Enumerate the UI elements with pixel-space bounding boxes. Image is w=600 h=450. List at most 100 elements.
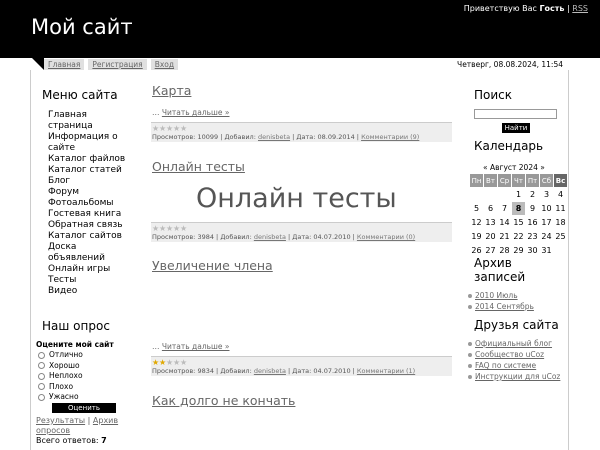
friend-link[interactable]: Официальный блог [468, 338, 560, 349]
entry-title[interactable]: Карта [152, 83, 191, 98]
calendar-day[interactable]: 10 [540, 202, 553, 215]
radio-button[interactable] [38, 372, 45, 380]
radio-button[interactable] [38, 383, 45, 391]
star-icon[interactable]: ★ [173, 225, 180, 233]
calendar-day[interactable]: 9 [526, 202, 539, 215]
site-title[interactable]: Мой сайт [31, 15, 133, 39]
poll-option[interactable]: Неплохо [38, 371, 83, 382]
calendar-day[interactable]: 12 [470, 216, 483, 229]
bullet-icon [468, 352, 472, 357]
poll-results-link[interactable]: Результаты [36, 416, 85, 425]
calendar-day[interactable]: 3 [540, 188, 553, 201]
calendar-day[interactable]: 2 [526, 188, 539, 201]
archive-item[interactable]: 2014 Сентябрь [468, 301, 534, 312]
entry-title[interactable]: Как долго не кончать [152, 393, 295, 408]
poll-option[interactable]: Ужасно [38, 392, 83, 403]
menu-item-tests[interactable]: Тесты [34, 275, 134, 286]
calendar-day[interactable]: 22 [512, 230, 525, 243]
star-icon[interactable]: ★ [173, 125, 180, 133]
calendar-day[interactable]: 8 [512, 202, 525, 215]
calendar-week: 5 6 7 8 9 10 11 [470, 202, 567, 215]
author-link[interactable]: denisbeta [254, 367, 286, 375]
calendar-day[interactable]: 25 [554, 230, 567, 243]
radio-button[interactable] [38, 362, 45, 370]
menu-item-feedback[interactable]: Обратная связь [34, 220, 134, 231]
calendar-day[interactable]: 20 [484, 230, 497, 243]
star-icon[interactable]: ★ [159, 125, 166, 133]
menu-item-sites[interactable]: Каталог сайтов [34, 231, 134, 242]
calendar-day[interactable]: 4 [554, 188, 567, 201]
menu-item-guestbook[interactable]: Гостевая книга [34, 209, 134, 220]
menu-item-articles[interactable]: Каталог статей [34, 165, 134, 176]
entry-title[interactable]: Увеличение члена [152, 258, 273, 273]
calendar-month-nav[interactable]: « Август 2024 » [483, 163, 545, 172]
star-icon[interactable]: ★ [159, 225, 166, 233]
rss-link[interactable]: RSS [572, 4, 588, 13]
nav-home-link[interactable]: Главная [44, 59, 85, 70]
star-icon[interactable]: ★ [152, 359, 159, 367]
star-icon[interactable]: ★ [166, 125, 173, 133]
poll-option[interactable]: Хорошо [38, 361, 83, 372]
calendar-day[interactable]: 21 [498, 230, 511, 243]
radio-button[interactable] [38, 351, 45, 359]
calendar-day[interactable]: 17 [540, 216, 553, 229]
comments-link[interactable]: Комментарии (0) [357, 233, 415, 241]
star-icon[interactable]: ★ [180, 125, 187, 133]
poll-total: Всего ответов: 7 [36, 436, 107, 445]
menu-item-label: Обратная связь [48, 220, 123, 230]
nav-register-link[interactable]: Регистрация [88, 59, 147, 70]
nav-login-link[interactable]: Вход [150, 59, 179, 70]
star-icon[interactable]: ★ [166, 359, 173, 367]
search-button[interactable]: Найти [502, 123, 530, 133]
poll-option[interactable]: Отлично [38, 350, 83, 361]
menu-item-photos[interactable]: Фотоальбомы [34, 198, 134, 209]
friend-link[interactable]: Сообщество uCoz [468, 349, 560, 360]
entry-title[interactable]: Онлайн тесты [152, 159, 245, 174]
star-icon[interactable]: ★ [173, 359, 180, 367]
calendar-day[interactable]: 23 [526, 230, 539, 243]
read-more-link[interactable]: Читать дальше » [162, 342, 230, 351]
rating-stars[interactable]: ★ ★ ★ ★ ★ [152, 125, 187, 133]
bullet-icon [468, 293, 472, 298]
calendar-day[interactable]: 13 [484, 216, 497, 229]
calendar-day[interactable]: 19 [470, 230, 483, 243]
calendar-day[interactable]: 5 [470, 202, 483, 215]
poll-option[interactable]: Плохо [38, 382, 83, 393]
star-icon[interactable]: ★ [152, 125, 159, 133]
calendar-day[interactable]: 14 [498, 216, 511, 229]
comments-link[interactable]: Комментарии (9) [361, 133, 419, 141]
menu-item-blog[interactable]: Блог [34, 176, 134, 187]
menu-item-about[interactable]: Информация о сайте [34, 132, 134, 154]
menu-item-files[interactable]: Каталог файлов [34, 154, 134, 165]
menu-item-games[interactable]: Онлайн игры [34, 264, 134, 275]
star-icon[interactable]: ★ [180, 225, 187, 233]
star-icon[interactable]: ★ [166, 225, 173, 233]
archive-item[interactable]: 2010 Июль [468, 290, 534, 301]
vote-button[interactable]: Оценить [52, 403, 116, 413]
star-icon[interactable]: ★ [180, 359, 187, 367]
author-link[interactable]: denisbeta [258, 133, 290, 141]
radio-button[interactable] [38, 393, 45, 401]
menu-item-video[interactable]: Видео [34, 286, 134, 297]
calendar-day[interactable]: 6 [484, 202, 497, 215]
author-link[interactable]: denisbeta [254, 233, 286, 241]
calendar-day[interactable]: 7 [498, 202, 511, 215]
menu-item-home[interactable]: Главная страница [34, 110, 134, 132]
star-icon[interactable]: ★ [152, 225, 159, 233]
calendar-day[interactable]: 15 [512, 216, 525, 229]
friend-link[interactable]: FAQ по системе [468, 360, 560, 371]
calendar-day[interactable]: 24 [540, 230, 553, 243]
comments-link[interactable]: Комментарии (1) [357, 367, 415, 375]
calendar-day[interactable]: 11 [554, 202, 567, 215]
star-icon[interactable]: ★ [159, 359, 166, 367]
friend-link[interactable]: Инструкции для uCoz [468, 371, 560, 382]
search-input[interactable] [474, 109, 557, 119]
calendar-day[interactable]: 18 [554, 216, 567, 229]
calendar-day[interactable]: 16 [526, 216, 539, 229]
menu-item-forum[interactable]: Форум [34, 187, 134, 198]
calendar-day[interactable]: 1 [512, 188, 525, 201]
read-more-link[interactable]: Читать дальше » [162, 108, 230, 117]
menu-item-board[interactable]: Доска объявлений [34, 242, 134, 264]
rating-stars[interactable]: ★ ★ ★ ★ ★ [152, 359, 187, 367]
rating-stars[interactable]: ★ ★ ★ ★ ★ [152, 225, 187, 233]
